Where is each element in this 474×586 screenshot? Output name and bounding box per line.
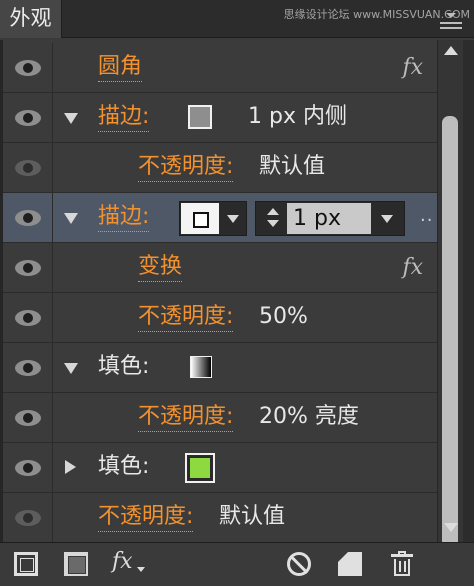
add-new-fill-icon[interactable] xyxy=(64,552,88,576)
visibility-toggle[interactable] xyxy=(3,343,53,393)
chevron-down-icon xyxy=(227,215,239,223)
eye-icon xyxy=(15,510,41,526)
effect-name-link[interactable]: 变换 xyxy=(138,253,183,282)
stroke-label-link[interactable]: 描边: xyxy=(98,103,150,132)
appearance-row-opacity[interactable]: 不透明度: 20% 亮度 xyxy=(3,393,437,443)
fx-icon[interactable]: fx xyxy=(402,255,423,280)
visibility-toggle[interactable] xyxy=(3,493,53,542)
opacity-label-link[interactable]: 不透明度: xyxy=(138,403,234,432)
stroke-weight-field[interactable]: 1 px xyxy=(255,201,405,236)
appearance-list: 圆角 fx 描边: 1 px 内侧 不透明度: 默认值 描边: 1 px .. … xyxy=(0,40,437,542)
appearance-row-fill[interactable]: 填色: xyxy=(3,343,437,393)
visibility-toggle[interactable] xyxy=(3,143,53,193)
eye-icon xyxy=(15,260,41,276)
stroke-swatch xyxy=(181,203,219,234)
visibility-toggle[interactable] xyxy=(3,243,53,293)
panel-header: 外观 思缘设计论坛 www.MISSVUAN.COM xyxy=(0,0,474,38)
eye-icon xyxy=(15,460,41,476)
appearance-row-opacity[interactable]: 不透明度: 默认值 xyxy=(3,143,437,193)
eye-icon xyxy=(15,210,41,226)
stroke-color-dropdown[interactable] xyxy=(179,201,247,236)
duplicate-item-icon[interactable] xyxy=(338,552,362,576)
appearance-row-stroke-selected[interactable]: 描边: 1 px .. xyxy=(3,193,437,243)
opacity-label-link[interactable]: 不透明度: xyxy=(98,503,194,532)
panel-menu-icon[interactable] xyxy=(440,13,462,32)
panel-edge xyxy=(463,40,474,586)
disclosure-triangle-icon[interactable] xyxy=(64,213,78,224)
eye-icon xyxy=(15,110,41,126)
visibility-toggle[interactable] xyxy=(3,43,53,93)
appearance-row-rounded-corners[interactable]: 圆角 fx xyxy=(3,43,437,93)
chevron-down-icon[interactable] xyxy=(137,567,145,572)
opacity-value: 50% xyxy=(259,304,308,329)
eye-icon xyxy=(15,360,41,376)
clear-appearance-icon[interactable] xyxy=(287,552,311,576)
visibility-toggle[interactable] xyxy=(3,443,53,493)
visibility-toggle[interactable] xyxy=(3,293,53,343)
gradient-fill-swatch[interactable] xyxy=(190,356,212,378)
tab-appearance[interactable]: 外观 xyxy=(0,0,62,38)
stroke-weight-stepper[interactable] xyxy=(260,204,286,233)
bottom-toolbar: fx xyxy=(0,542,474,586)
opacity-label-link[interactable]: 不透明度: xyxy=(138,303,234,332)
fill-label[interactable]: 填色: xyxy=(98,353,149,381)
opacity-value: 20% 亮度 xyxy=(259,404,359,429)
eye-icon xyxy=(15,60,41,76)
disclosure-triangle-icon[interactable] xyxy=(64,113,78,124)
scroll-thumb[interactable] xyxy=(442,116,458,548)
visibility-toggle[interactable] xyxy=(3,393,53,443)
fx-icon[interactable]: fx xyxy=(402,55,423,80)
add-effect-fx-icon[interactable]: fx xyxy=(112,549,133,574)
vertical-scrollbar[interactable] xyxy=(437,40,463,548)
eye-icon xyxy=(15,160,41,176)
green-fill-swatch[interactable] xyxy=(185,453,215,483)
stroke-label-link[interactable]: 描边: xyxy=(98,203,150,232)
stroke-value: 1 px 内侧 xyxy=(248,104,347,129)
visibility-toggle[interactable] xyxy=(3,193,53,243)
disclosure-triangle-icon[interactable] xyxy=(64,363,78,374)
stroke-weight-input[interactable]: 1 px xyxy=(287,203,371,234)
trash-icon[interactable] xyxy=(390,551,414,576)
stroke-swatch[interactable] xyxy=(188,105,212,129)
appearance-row-opacity[interactable]: 不透明度: 默认值 xyxy=(3,493,437,542)
opacity-label-link[interactable]: 不透明度: xyxy=(138,153,234,182)
eye-icon xyxy=(15,310,41,326)
appearance-row-stroke[interactable]: 描边: 1 px 内侧 xyxy=(3,93,437,143)
opacity-value: 默认值 xyxy=(219,504,286,529)
scroll-up-icon[interactable] xyxy=(444,46,458,55)
add-new-stroke-icon[interactable] xyxy=(14,552,38,576)
fill-label[interactable]: 填色: xyxy=(98,453,149,481)
appearance-row-transform[interactable]: 变换 fx xyxy=(3,243,437,293)
effect-name-link[interactable]: 圆角 xyxy=(98,53,143,82)
visibility-toggle[interactable] xyxy=(3,93,53,143)
eye-icon xyxy=(15,410,41,426)
stepper-up-icon[interactable] xyxy=(267,208,279,215)
chevron-down-icon[interactable] xyxy=(381,215,393,223)
appearance-row-fill[interactable]: 填色: xyxy=(3,443,437,493)
more-options-icon[interactable]: .. xyxy=(420,205,433,226)
scroll-down-icon[interactable] xyxy=(444,523,458,532)
disclosure-triangle-icon[interactable] xyxy=(65,460,76,474)
appearance-row-opacity[interactable]: 不透明度: 50% xyxy=(3,293,437,343)
opacity-value: 默认值 xyxy=(259,154,326,179)
stepper-down-icon[interactable] xyxy=(267,220,279,227)
